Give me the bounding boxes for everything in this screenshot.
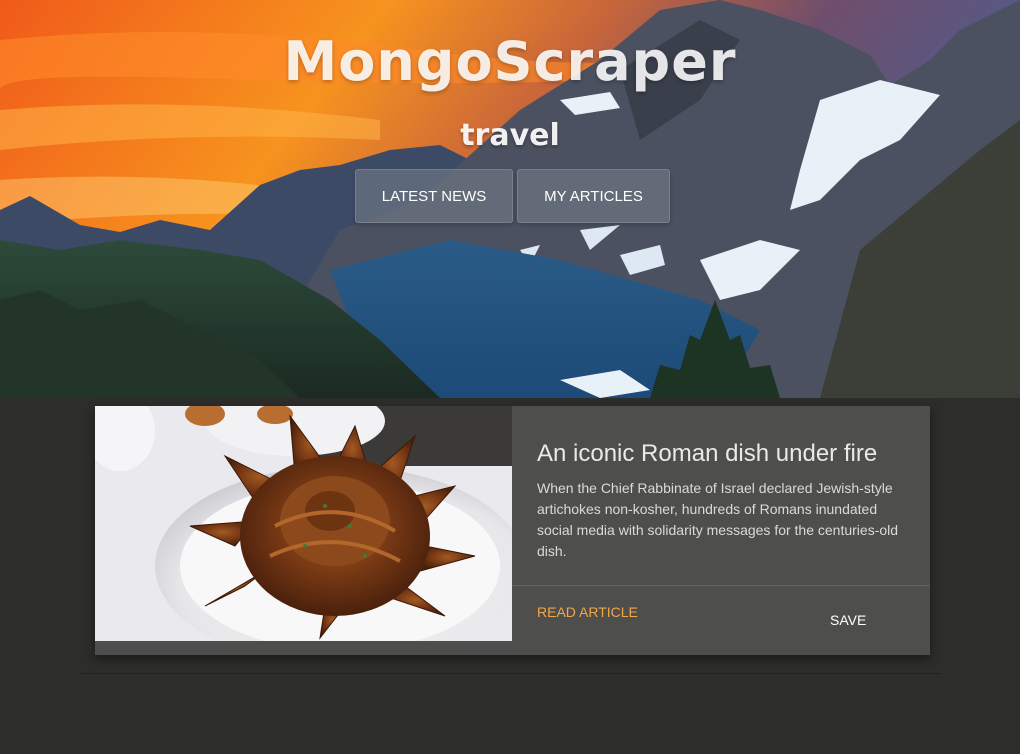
- article-image: [95, 406, 512, 641]
- read-article-link[interactable]: READ ARTICLE: [537, 604, 638, 620]
- my-articles-button[interactable]: MY ARTICLES: [517, 169, 670, 223]
- article-summary: When the Chief Rabbinate of Israel decla…: [537, 480, 899, 559]
- hero-banner: MongoScraper travel LATEST NEWS MY ARTIC…: [0, 0, 1020, 398]
- article-card: An iconic Roman dish under fire When the…: [95, 406, 930, 655]
- fried-artichoke-image: [95, 406, 512, 641]
- save-article-button[interactable]: SAVE: [830, 612, 866, 628]
- latest-news-button[interactable]: LATEST NEWS: [355, 169, 513, 223]
- site-subtitle: travel: [460, 118, 560, 153]
- section-divider: [80, 673, 940, 674]
- site-logo: MongoScraper: [283, 30, 737, 93]
- article-title[interactable]: An iconic Roman dish under fire: [537, 440, 877, 468]
- card-divider: [512, 585, 930, 586]
